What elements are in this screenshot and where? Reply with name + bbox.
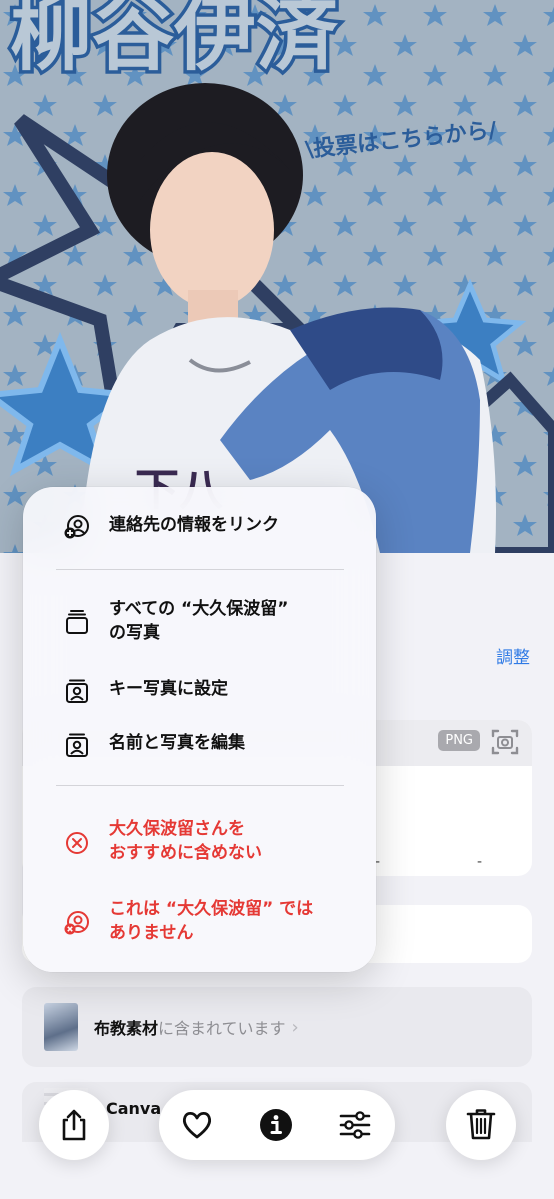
format-badge: PNG — [438, 730, 480, 751]
link-contact-icon — [64, 515, 89, 539]
share-button[interactable] — [39, 1090, 109, 1160]
sliders-icon[interactable] — [337, 1107, 373, 1143]
menu-label: 連絡先の情報をリンク — [109, 515, 279, 535]
menu-item-all-photos[interactable]: すべての “大久保波留” の写真 — [23, 597, 376, 649]
menu-label: 大久保波留さんを おすすめに含めない — [109, 819, 262, 863]
x-circle-icon — [66, 832, 88, 854]
heart-icon[interactable] — [179, 1107, 215, 1143]
album-name: 布教素材 — [94, 1019, 159, 1038]
menu-label: 名前と写真を編集 — [109, 733, 245, 753]
key-photo-icon — [66, 679, 88, 703]
menu-label: すべての “大久保波留” の写真 — [109, 599, 289, 643]
menu-divider — [56, 785, 344, 786]
album-suffix: に含まれています — [158, 1019, 286, 1038]
photo-stack-icon — [66, 610, 88, 634]
menu-item-edit-name-photo[interactable]: 名前と写真を編集 — [23, 731, 376, 761]
menu-item-key-photo[interactable]: キー写真に設定 — [23, 677, 376, 707]
menu-item-link-contact[interactable]: 連絡先の情報をリンク — [23, 513, 376, 543]
edit-person-icon — [66, 733, 88, 757]
menu-item-not-this-person[interactable]: これは “大久保波留” では ありません — [23, 897, 376, 949]
share-icon — [62, 1109, 86, 1141]
person-context-menu: 連絡先の情報をリンク すべての “大久保波留” の写真 キー写真に設定 名前と写… — [23, 487, 376, 972]
meta-value-2: - — [477, 854, 483, 870]
delete-button[interactable] — [446, 1090, 516, 1160]
trash-icon — [466, 1109, 496, 1140]
toolbar-center-group — [159, 1090, 395, 1160]
photo-viewer[interactable]: 柳谷伊済 柳谷伊済 \投票はこちらから/ 下八 — [0, 0, 554, 553]
chevron-right-icon: › — [291, 1016, 299, 1038]
menu-divider — [56, 569, 344, 570]
menu-label: これは “大久保波留” では ありません — [109, 899, 314, 943]
person-x-icon — [64, 911, 89, 935]
photo-artwork: 柳谷伊済 柳谷伊済 \投票はこちらから/ 下八 — [0, 0, 554, 553]
menu-item-hide-suggestions[interactable]: 大久保波留さんを おすすめに含めない — [23, 817, 376, 869]
live-text-icon[interactable] — [490, 727, 520, 757]
adjust-button[interactable]: 調整 — [496, 643, 530, 668]
poster-title-fill: 柳谷伊済 — [10, 0, 339, 82]
menu-label: キー写真に設定 — [109, 679, 228, 699]
info-icon[interactable] — [258, 1107, 294, 1143]
album-thumbnail — [44, 1003, 78, 1051]
album-row-fukyou[interactable]: 布教素材 に含まれています › — [22, 987, 532, 1067]
album-name: Canva — [106, 1099, 162, 1118]
